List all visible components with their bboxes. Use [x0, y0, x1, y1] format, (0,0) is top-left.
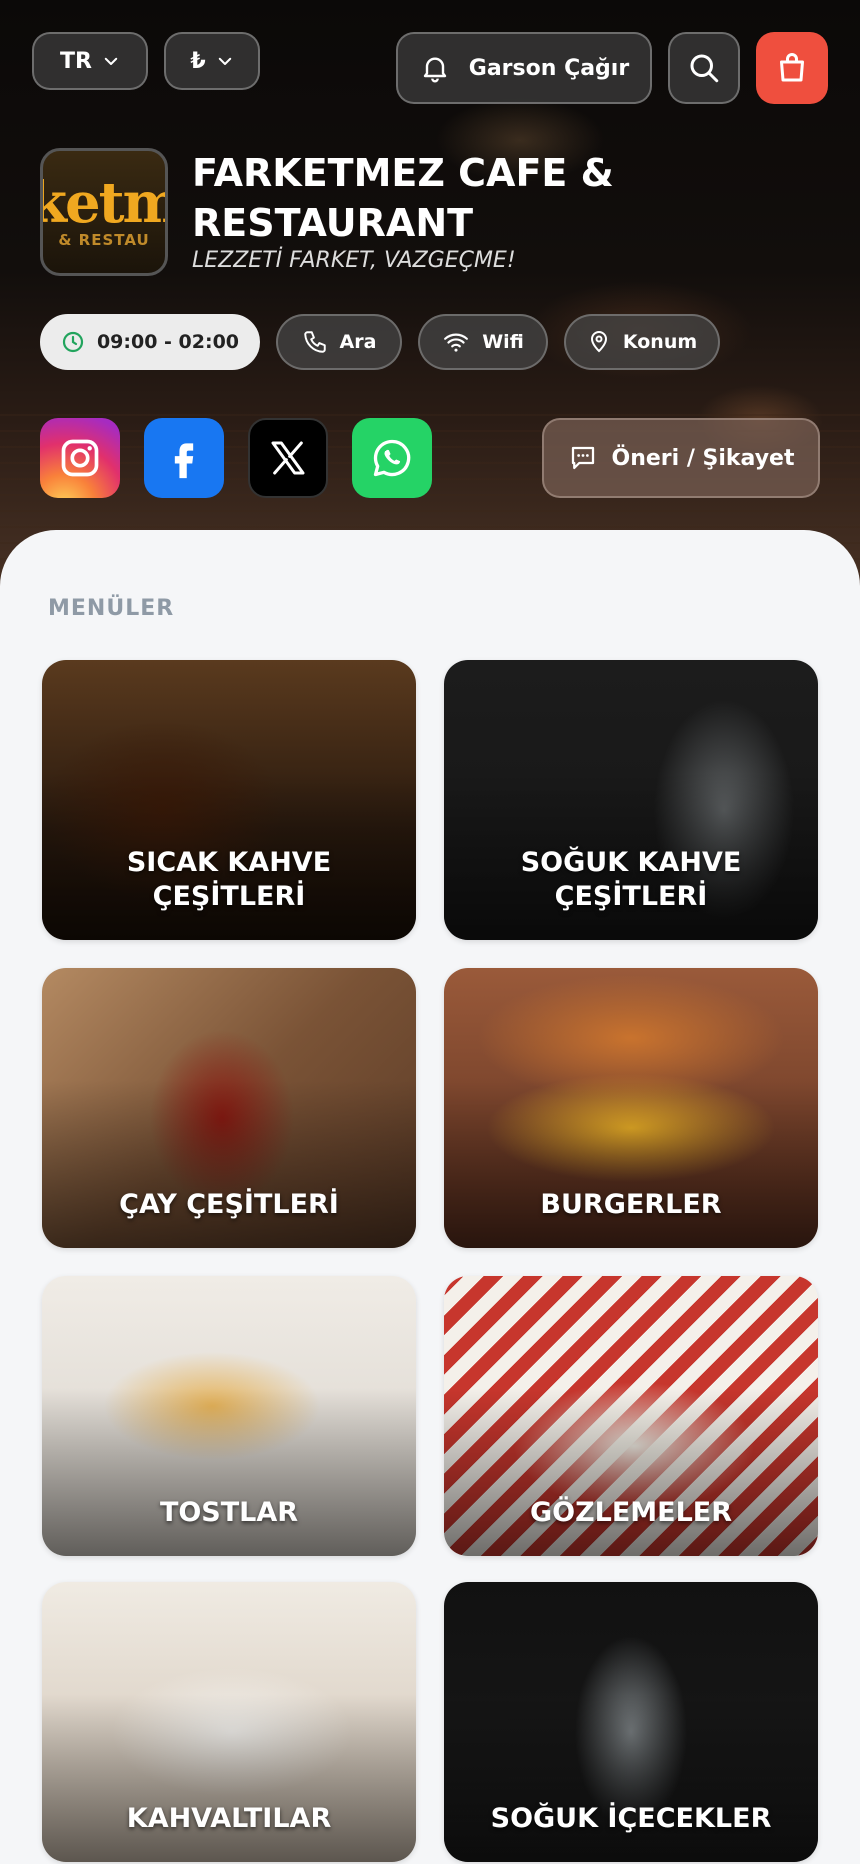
call-chip[interactable]: Ara [276, 314, 402, 370]
label-line: ÇEŞİTLERİ [554, 881, 708, 912]
call-waiter-label: Garson Çağır [468, 55, 630, 81]
restaurant-name: FARKETMEZ CAFE & RESTAURANT [192, 151, 614, 245]
currency-label: ₺ [190, 48, 206, 74]
menu-card-label: SICAK KAHVE ÇEŞİTLERİ [52, 846, 406, 914]
call-waiter-button[interactable]: Garson Çağır [396, 32, 652, 104]
clock-icon [61, 330, 85, 354]
currency-selector[interactable]: ₺ [164, 32, 260, 90]
wifi-icon [442, 329, 470, 355]
label-line: KAHVALTILAR [126, 1803, 332, 1834]
call-label: Ara [339, 331, 377, 353]
whatsapp-button[interactable] [352, 418, 432, 498]
label-line: GÖZLEMELER [529, 1497, 733, 1528]
facebook-button[interactable] [144, 418, 224, 498]
opening-hours-label: 09:00 - 02:00 [96, 331, 240, 353]
bell-icon [419, 52, 451, 84]
card-overlay [42, 1080, 416, 1248]
menu-card-label: SOĞUK İÇECEKLER [454, 1802, 808, 1836]
menu-card-label: SOĞUK KAHVE ÇEŞİTLERİ [454, 846, 808, 914]
card-overlay [444, 1694, 818, 1862]
menu-card-breakfast[interactable]: KAHVALTILAR [42, 1582, 416, 1862]
menu-card-label: KAHVALTILAR [52, 1802, 406, 1836]
instagram-button[interactable] [40, 418, 120, 498]
card-overlay [444, 1388, 818, 1556]
logo-subtext: & RESTAU [58, 231, 150, 249]
restaurant-slogan: LEZZETİ FARKET, VAZGEÇME! [192, 248, 516, 273]
language-label: TR [60, 48, 92, 74]
label-line: ÇAY ÇEŞİTLERİ [119, 1189, 339, 1220]
menu-card-cold-drinks[interactable]: SOĞUK İÇECEKLER [444, 1582, 818, 1862]
menu-card-label: ÇAY ÇEŞİTLERİ [52, 1188, 406, 1222]
language-selector[interactable]: TR [32, 32, 148, 90]
phone-icon [302, 329, 328, 355]
chevron-down-icon [102, 52, 120, 70]
feedback-label: Öneri / Şikayet [611, 445, 795, 471]
cart-button[interactable] [756, 32, 828, 104]
facebook-icon [162, 434, 206, 482]
whatsapp-icon [370, 436, 414, 480]
instagram-icon [58, 436, 102, 480]
search-button[interactable] [668, 32, 740, 104]
menu-card-gozleme[interactable]: GÖZLEMELER [444, 1276, 818, 1556]
menu-card-label: BURGERLER [454, 1188, 808, 1222]
menu-card-label: GÖZLEMELER [454, 1496, 808, 1530]
location-chip[interactable]: Konum [564, 314, 720, 370]
x-icon [268, 438, 308, 478]
card-overlay [444, 1080, 818, 1248]
card-overlay [42, 1388, 416, 1556]
opening-hours-chip[interactable]: 09:00 - 02:00 [40, 314, 260, 370]
menu-card-burgers[interactable]: BURGERLER [444, 968, 818, 1248]
location-pin-icon [587, 329, 611, 355]
chevron-down-icon [216, 52, 234, 70]
wifi-label: Wifi [482, 331, 524, 353]
logo-text: ketm [43, 170, 165, 236]
label-line: SOĞUK İÇECEKLER [490, 1803, 772, 1834]
wifi-chip[interactable]: Wifi [418, 314, 548, 370]
location-label: Konum [622, 331, 698, 353]
label-line: SOĞUK KAHVE [520, 847, 742, 878]
x-button[interactable] [248, 418, 328, 498]
section-title: MENÜLER [48, 596, 175, 621]
menu-card-cold-coffee[interactable]: SOĞUK KAHVE ÇEŞİTLERİ [444, 660, 818, 940]
shopping-bag-icon [774, 50, 810, 86]
chat-bubble-icon [568, 443, 598, 473]
label-line: TOSTLAR [159, 1497, 299, 1528]
restaurant-logo: ketm & RESTAU [40, 148, 168, 276]
menu-card-hot-coffee[interactable]: SICAK KAHVE ÇEŞİTLERİ [42, 660, 416, 940]
feedback-button[interactable]: Öneri / Şikayet [542, 418, 820, 498]
menu-card-tea[interactable]: ÇAY ÇEŞİTLERİ [42, 968, 416, 1248]
menu-card-label: TOSTLAR [52, 1496, 406, 1530]
menu-section: MENÜLER SICAK KAHVE ÇEŞİTLERİ SOĞUK KAHV… [0, 530, 860, 1864]
search-icon [686, 50, 722, 86]
label-line: ÇEŞİTLERİ [152, 881, 306, 912]
label-line: BURGERLER [540, 1189, 722, 1220]
card-overlay [42, 1694, 416, 1862]
menu-card-toasts[interactable]: TOSTLAR [42, 1276, 416, 1556]
label-line: SICAK KAHVE [126, 847, 332, 878]
